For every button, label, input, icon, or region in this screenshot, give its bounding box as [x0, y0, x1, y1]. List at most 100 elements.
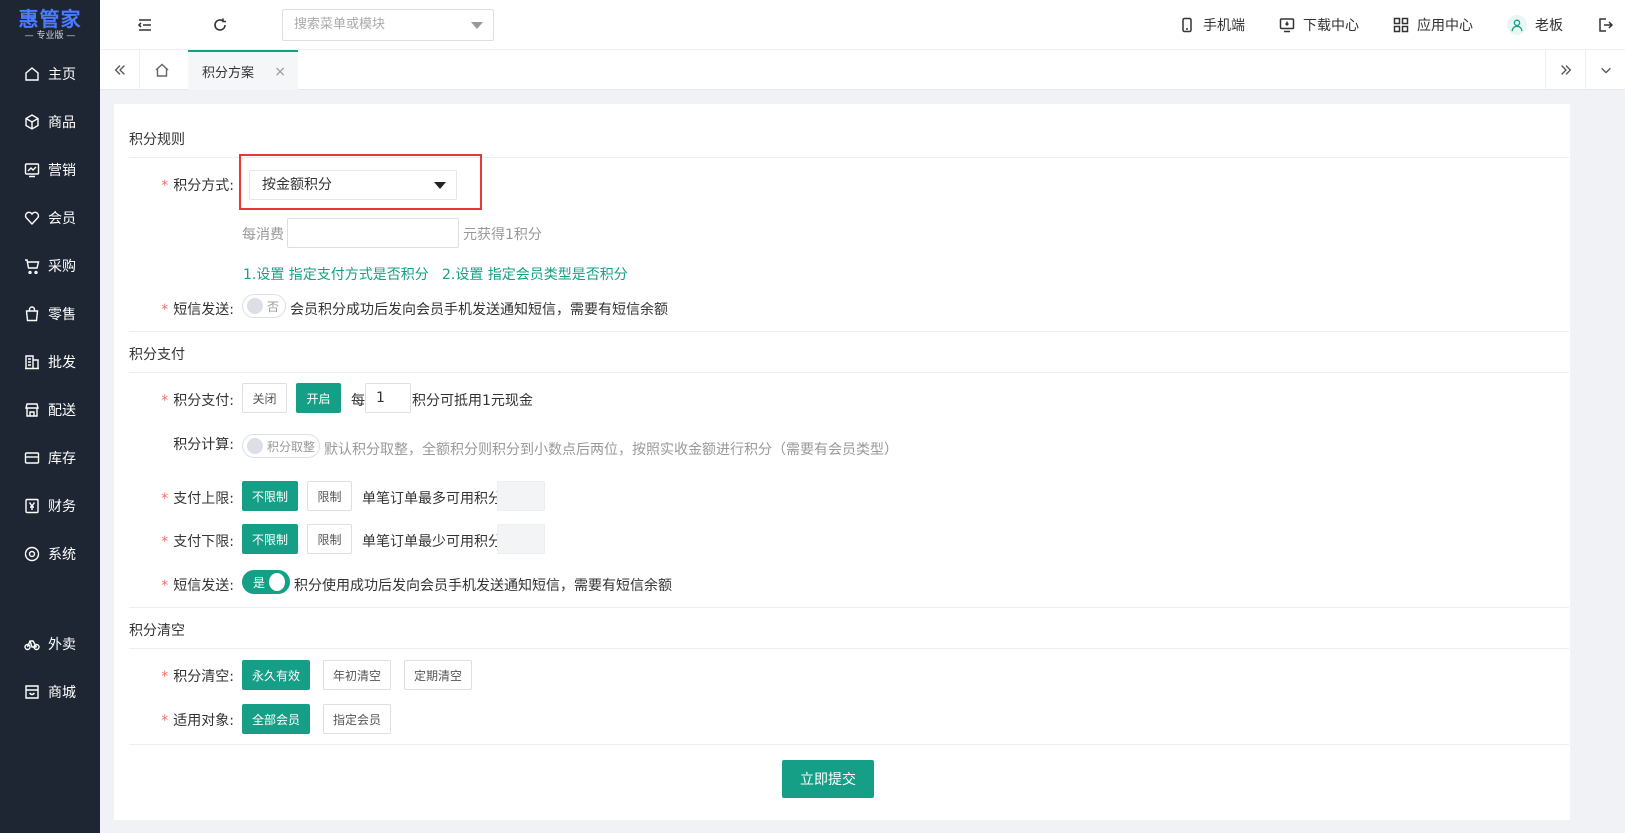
- clear-periodic-button[interactable]: 定期清空: [404, 660, 472, 690]
- calc-round-switch[interactable]: 积分取整: [242, 434, 320, 458]
- tab-dropdown[interactable]: [1585, 50, 1625, 90]
- sidebar-item-inventory[interactable]: 库存: [0, 434, 100, 482]
- payment-method-points-link[interactable]: 1.设置 指定支付方式是否积分: [243, 264, 429, 284]
- sidebar-item-mall[interactable]: 商城: [0, 668, 100, 716]
- lower-limit-input[interactable]: [497, 524, 545, 554]
- logout-button[interactable]: [1597, 17, 1613, 33]
- home-icon: [25, 67, 39, 81]
- switch-knob: [269, 573, 285, 591]
- sidebar-item-marketing[interactable]: 营销: [0, 146, 100, 194]
- bike-icon: [24, 640, 40, 651]
- divider: [129, 744, 1569, 745]
- tab-bar: 积分方案 ×: [100, 50, 1625, 90]
- scrollbar[interactable]: [1619, 96, 1625, 833]
- target-specific-members-button[interactable]: 指定会员: [323, 704, 391, 734]
- section-points-rules: 积分规则: [129, 132, 185, 148]
- app-center-link[interactable]: 应用中心: [1393, 15, 1473, 35]
- chart-icon: [24, 163, 40, 178]
- sms1-switch[interactable]: 否: [242, 294, 286, 318]
- sidebar-item-takeout[interactable]: 外卖: [0, 620, 100, 668]
- points-per-yuan-input[interactable]: 1: [365, 383, 411, 413]
- sidebar-item-wholesale[interactable]: 批发: [0, 338, 100, 386]
- user-icon: [1511, 19, 1523, 32]
- mobile-link[interactable]: 手机端: [1179, 15, 1245, 35]
- sidebar-item-home[interactable]: 主页: [0, 50, 100, 98]
- section-points-clear: 积分清空: [129, 623, 185, 639]
- spend-prefix: 每消费: [242, 227, 284, 243]
- chevron-down-icon: [1600, 67, 1611, 74]
- calc-description: 默认积分取整，全额积分则积分到小数点后两位，按照实收金额进行积分（需要有会员类型…: [324, 442, 898, 458]
- sidebar-item-system[interactable]: 系统: [0, 530, 100, 578]
- points-method-select[interactable]: 按金额积分: [249, 170, 457, 200]
- heart-icon: [24, 211, 40, 226]
- logo-name: 惠管家: [18, 7, 82, 31]
- chevron-down-icon: [471, 22, 483, 29]
- tab-close-icon[interactable]: ×: [274, 64, 286, 80]
- lower-unlimited-button[interactable]: 不限制: [242, 524, 298, 554]
- sidebar-item-retail[interactable]: 零售: [0, 290, 100, 338]
- sms1-description: 会员积分成功后发向会员手机发送通知短信，需要有短信余额: [290, 302, 668, 318]
- pay-off-button[interactable]: 关闭: [242, 383, 287, 413]
- upper-label: * 支付上限:: [161, 491, 234, 507]
- switch-knob: [247, 438, 263, 454]
- sidebar-item-delivery[interactable]: 配送: [0, 386, 100, 434]
- monitor-icon: [1279, 18, 1295, 33]
- user-menu[interactable]: 老板: [1507, 15, 1563, 35]
- clear-forever-button[interactable]: 永久有效: [242, 660, 310, 690]
- sidebar-item-goods[interactable]: 商品: [0, 98, 100, 146]
- phone-icon: [1182, 17, 1192, 33]
- member-type-points-link[interactable]: 2.设置 指定会员类型是否积分: [442, 264, 628, 284]
- calc-label: 积分计算:: [173, 437, 234, 453]
- inventory-icon: [24, 452, 40, 464]
- sidebar-gap: [0, 578, 100, 620]
- divider: [129, 372, 1569, 373]
- download-center-link[interactable]: 下载中心: [1279, 15, 1359, 35]
- menu-search-select[interactable]: 搜索菜单或模块: [282, 9, 494, 41]
- section-points-payment: 积分支付: [129, 347, 185, 363]
- sms2-description: 积分使用成功后发向会员手机发送通知短信，需要有短信余额: [294, 578, 672, 594]
- lower-label: * 支付下限:: [161, 534, 234, 550]
- pay-suffix: 积分可抵用1元现金: [412, 393, 533, 409]
- method-label: * 积分方式:: [161, 178, 234, 194]
- tab-points-plan[interactable]: 积分方案 ×: [188, 50, 298, 90]
- points-plan-form: 积分规则 * 积分方式: 按金额积分 每消费 元获得1积分 1.设置 指定支付方式…: [114, 104, 1570, 820]
- upper-limit-input[interactable]: [497, 481, 545, 511]
- sms2-label: * 短信发送:: [161, 578, 234, 594]
- tab-scroll-left[interactable]: [100, 50, 140, 90]
- home-icon: [155, 63, 169, 77]
- tab-scroll-right[interactable]: [1545, 50, 1585, 90]
- sms2-switch[interactable]: 是: [242, 570, 290, 594]
- double-chevron-right-icon: [1560, 65, 1571, 75]
- lower-limit-button[interactable]: 限制: [307, 524, 352, 554]
- spend-amount-input[interactable]: [287, 218, 459, 248]
- upper-unlimited-button[interactable]: 不限制: [242, 481, 298, 511]
- sidebar-item-finance[interactable]: 财务: [0, 482, 100, 530]
- divider: [129, 607, 1569, 608]
- upper-limit-button[interactable]: 限制: [307, 481, 352, 511]
- refresh-icon[interactable]: [210, 15, 230, 35]
- top-menu: 手机端 下载中心 应用中心 老板: [1179, 0, 1625, 50]
- sidebar-item-purchase[interactable]: 采购: [0, 242, 100, 290]
- switch-knob: [247, 298, 263, 314]
- yen-icon: [25, 498, 39, 514]
- spend-suffix: 元获得1积分: [463, 227, 542, 243]
- target-all-members-button[interactable]: 全部会员: [242, 704, 310, 734]
- tab-home[interactable]: [140, 50, 184, 90]
- building-icon: [25, 355, 39, 370]
- logo: 惠管家 — 专业版 —: [0, 0, 100, 50]
- grid-icon: [1393, 17, 1409, 33]
- upper-description: 单笔订单最多可用积分: [362, 491, 502, 507]
- sidebar: 惠管家 — 专业版 — 主页 商品 营销 会员 采购 零售 批发 配送 库存 财…: [0, 0, 100, 833]
- sidebar-item-member[interactable]: 会员: [0, 194, 100, 242]
- pay-on-button[interactable]: 开启: [296, 383, 341, 413]
- sidebar-nav: 主页 商品 营销 会员 采购 零售 批发 配送 库存 财务 系统 外卖 商城: [0, 50, 100, 716]
- pay-each-text: 每: [351, 393, 365, 409]
- clear-year-start-button[interactable]: 年初清空: [323, 660, 391, 690]
- logo-version: — 专业版 —: [24, 31, 76, 41]
- menu-collapse-icon[interactable]: [135, 15, 155, 35]
- submit-button[interactable]: 立即提交: [782, 760, 874, 798]
- bag-icon: [25, 306, 39, 322]
- top-header: 搜索菜单或模块 手机端 下载中心 应用中心 老板: [100, 0, 1625, 50]
- pay-label: * 积分支付:: [161, 393, 234, 409]
- clear-label: * 积分清空:: [161, 669, 234, 685]
